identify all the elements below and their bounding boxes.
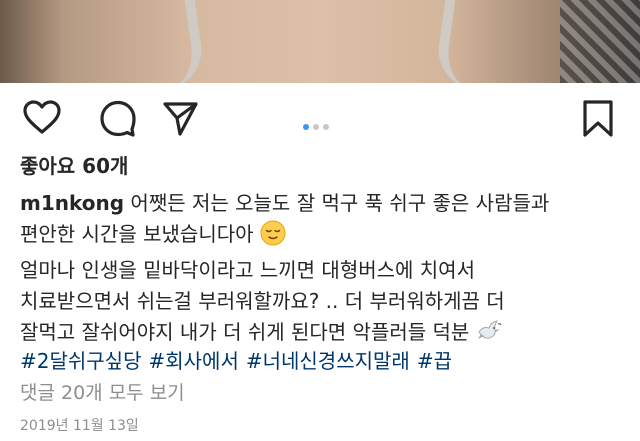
hashtag-link[interactable]: #2달쉬구싶당 (20, 349, 141, 373)
hashtag-link[interactable]: #너네신경쓰지말래 (246, 349, 410, 373)
caption-line: 얼마나 인생을 밑바닥이라고 느끼면 대형버스에 치여서 (20, 258, 475, 282)
photo-detail (560, 0, 640, 83)
caption-line: m1nkong 어쨋든 저는 오늘도 잘 먹구 푹 쉬구 좋은 사람들과 (20, 191, 550, 215)
hashtag-list: #2달쉬구싶당 #회사에서 #너네신경쓰지말래 #끕 (20, 345, 459, 374)
hashtag-link[interactable]: #회사에서 (148, 349, 238, 373)
share-icon[interactable] (160, 98, 200, 138)
view-comments-link[interactable]: 댓글 20개 모두 보기 (20, 378, 185, 405)
bookmark-icon[interactable] (578, 98, 618, 138)
carousel-dot (323, 124, 329, 130)
dove-emoji (476, 318, 502, 353)
photo-detail (433, 0, 527, 83)
post-date: 2019년 11월 13일 (20, 418, 139, 434)
likes-count[interactable]: 좋아요 60개 (20, 150, 128, 179)
caption-line: 치료받으면서 쉬는걸 부러워할까요? .. 더 부러워하게끔 더 (20, 289, 505, 313)
photo-detail (113, 0, 207, 83)
relieved-face-emoji (260, 220, 286, 255)
caption-line: 편안한 시간을 보냈습니다아 (20, 219, 630, 255)
carousel-indicator (303, 115, 333, 134)
carousel-dot (313, 124, 319, 130)
heart-icon[interactable] (22, 98, 62, 138)
post-photo[interactable] (0, 0, 640, 83)
caption: m1nkong 어쨋든 저는 오늘도 잘 먹구 푹 쉬구 좋은 사람들과 편안한… (20, 188, 630, 353)
username-link[interactable]: m1nkong (20, 191, 124, 215)
hashtag-link[interactable]: #끕 (417, 349, 452, 373)
carousel-dot-active (303, 124, 309, 130)
comment-icon[interactable] (98, 98, 138, 138)
